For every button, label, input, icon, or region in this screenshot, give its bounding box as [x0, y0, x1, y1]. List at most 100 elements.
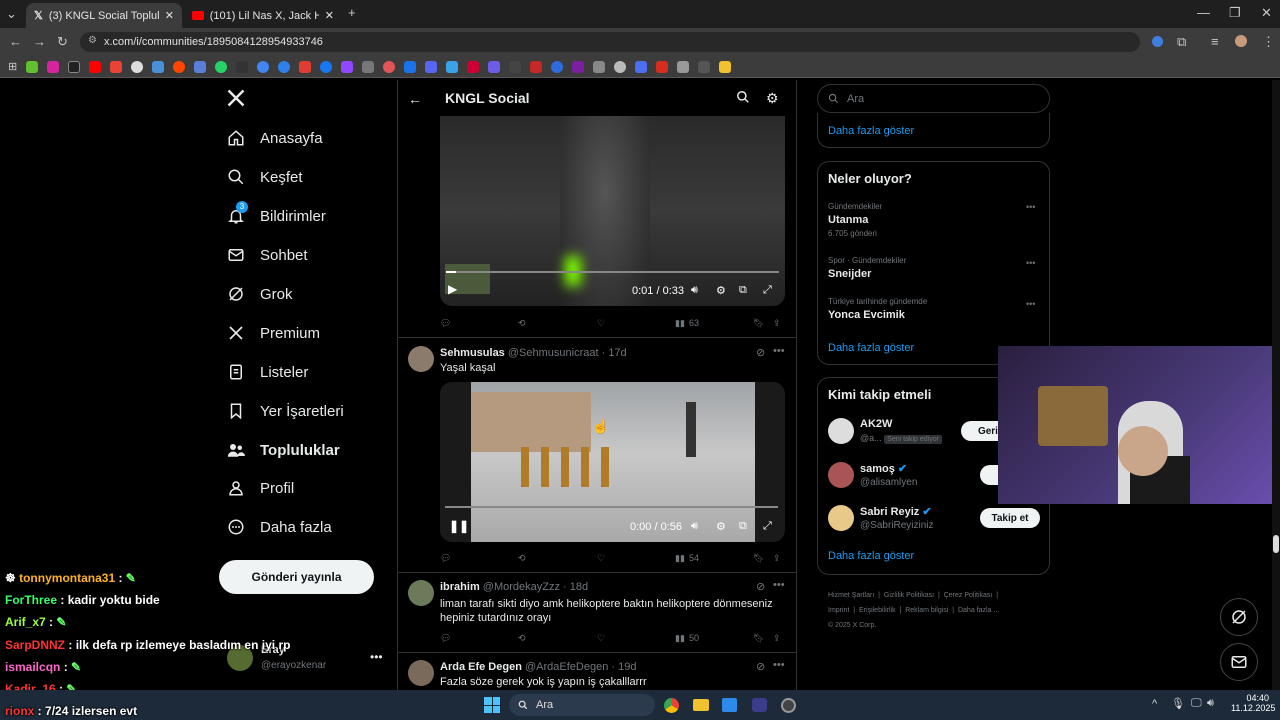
puzzle-icon[interactable]: ⧉ — [1177, 34, 1186, 50]
search-icon[interactable] — [736, 90, 750, 104]
search-input[interactable]: Ara — [817, 84, 1050, 113]
bookmark-icon[interactable]: 🔖︎ — [753, 553, 764, 564]
account-more-icon[interactable]: ••• — [370, 650, 383, 664]
post-button[interactable]: Gönderi yayınla — [219, 560, 374, 594]
bookmark-icon[interactable] — [656, 60, 669, 73]
post-author-name[interactable]: ibrahim — [440, 581, 480, 593]
post-author-handle[interactable]: @Sehmusunicraat — [508, 347, 599, 359]
grok-icon[interactable]: ⊘ — [756, 346, 765, 359]
post-author-name[interactable]: Sehmusulas — [440, 347, 505, 359]
volume-icon[interactable]: 🔊︎ — [1207, 697, 1214, 710]
footer-link[interactable]: Imprint — [828, 607, 849, 614]
sidebar-item-grok[interactable]: Grok — [226, 279, 293, 309]
trend-item[interactable]: Türkiye tarihinde gündemde Yonca Evcimik — [828, 297, 927, 321]
bookmark-icon[interactable] — [677, 60, 690, 73]
follow-name[interactable]: AK2W — [860, 418, 892, 430]
messages-float-button[interactable] — [1220, 643, 1258, 681]
folder-icon[interactable] — [719, 60, 732, 73]
trend-more-icon[interactable]: ••• — [1026, 299, 1035, 309]
footer-link[interactable]: Çerez Politikası — [944, 592, 993, 599]
bookmark-icon[interactable] — [698, 60, 711, 73]
share-icon[interactable]: ⇪ — [773, 553, 781, 564]
profile-avatar[interactable] — [1235, 35, 1247, 47]
sidebar-item-profile[interactable]: Profil — [226, 473, 294, 503]
bookmark-icon[interactable] — [68, 60, 81, 73]
repost-icon[interactable]: ⟲ — [518, 633, 526, 644]
share-icon[interactable]: ⇪ — [773, 318, 781, 329]
bookmark-icon[interactable]: 🔖︎ — [753, 633, 764, 644]
bookmark-icon[interactable] — [47, 60, 60, 73]
reply-icon[interactable]: 💬︎ — [440, 553, 451, 564]
bookmark-icon[interactable] — [551, 60, 564, 73]
bookmark-icon[interactable] — [152, 60, 165, 73]
grok-float-button[interactable] — [1220, 598, 1258, 636]
back-arrow-icon[interactable]: ← — [408, 91, 422, 107]
url-field[interactable]: ⚙ x.com/i/communities/189508412895493374… — [80, 32, 1140, 52]
post-time[interactable]: · 17d — [602, 347, 627, 359]
close-tab-icon[interactable]: ✕ — [165, 9, 174, 22]
clock[interactable]: 04:40 11.12.2025 — [1231, 693, 1275, 713]
sidebar-item-communities[interactable]: Topluluklar — [226, 435, 340, 465]
play-icon[interactable]: ▶ — [448, 282, 457, 296]
pip-icon[interactable]: ⧉ — [739, 520, 747, 533]
bookmark-icon[interactable] — [320, 60, 333, 73]
chrome-icon[interactable] — [664, 698, 679, 713]
avatar[interactable] — [828, 418, 854, 444]
windows-start-icon[interactable] — [484, 697, 500, 713]
media-icon[interactable]: ≡ — [1211, 34, 1219, 49]
video-player[interactable]: ▶ 0:01 / 0:33 🔊︎ ⚙ ⧉ ⤢ — [440, 116, 785, 306]
avatar[interactable] — [828, 505, 854, 531]
forward-icon[interactable]: → — [33, 34, 46, 49]
minimize-icon[interactable]: — — [1197, 5, 1210, 20]
pip-icon[interactable]: ⧉ — [739, 284, 747, 297]
close-tab-icon[interactable]: ✕ — [325, 9, 334, 22]
footer-link[interactable]: Erişilebilirlik — [859, 607, 896, 614]
follow-button[interactable]: Takip et — [980, 508, 1040, 528]
video-player[interactable]: ❚❚ 0:00 / 0:56 🔊︎ ⚙ ⧉ ⤢ — [440, 382, 785, 542]
post-more-icon[interactable]: ••• — [773, 345, 785, 357]
repost-icon[interactable]: ⟲ — [518, 553, 526, 564]
bookmark-icon[interactable] — [26, 60, 39, 73]
like-icon[interactable]: ♡ — [597, 633, 605, 644]
bookmark-icon[interactable] — [362, 60, 375, 73]
tab-youtube[interactable]: (101) Lil Nas X, Jack Harlow - IN ✕ — [184, 3, 342, 28]
show-more-link[interactable]: Daha fazla göster — [828, 342, 914, 354]
bookmark-icon[interactable] — [299, 60, 312, 73]
tab-kngl-social[interactable]: 𝕏 (3) KNGL Social Topluluk / X ✕ — [26, 3, 182, 28]
bookmark-icon[interactable] — [89, 60, 102, 73]
like-icon[interactable]: ♡ — [597, 553, 605, 564]
sidebar-item-premium[interactable]: Premium — [226, 318, 320, 348]
network-icon[interactable]: 🖵︎ — [1191, 697, 1202, 710]
taskbar-search[interactable]: Ara — [509, 694, 655, 716]
post-author-handle[interactable]: @MordekayZzz — [483, 581, 560, 593]
tab-search-icon[interactable]: ⌄ — [6, 6, 17, 22]
show-more-link[interactable]: Daha fazla göster — [828, 125, 914, 137]
bookmark-icon[interactable] — [236, 60, 249, 73]
footer-link[interactable]: Daha fazla ... — [958, 607, 999, 614]
settings-gear-icon[interactable]: ⚙ — [766, 90, 779, 107]
reply-icon[interactable]: 💬︎ — [440, 633, 451, 644]
follow-name-row[interactable]: samoş ✔ — [860, 462, 907, 475]
video-progress-track[interactable] — [446, 271, 779, 273]
scrollbar[interactable] — [1272, 80, 1280, 690]
avatar[interactable] — [408, 580, 434, 606]
post-more-icon[interactable]: ••• — [773, 579, 785, 591]
site-info-icon[interactable]: ⚙ — [88, 35, 97, 46]
sidebar-item-explore[interactable]: Keşfet — [226, 162, 303, 192]
views-icon[interactable]: ▮▮ — [675, 318, 685, 329]
reload-icon[interactable]: ↻ — [57, 34, 68, 50]
bookmark-icon[interactable] — [173, 60, 186, 73]
menu-icon[interactable]: ⋮ — [1262, 34, 1275, 50]
volume-icon[interactable]: 🔊︎ — [691, 284, 698, 297]
reply-icon[interactable]: 💬︎ — [440, 318, 451, 329]
store-icon[interactable] — [722, 698, 737, 712]
file-explorer-icon[interactable] — [693, 699, 709, 711]
app-icon[interactable] — [781, 698, 796, 713]
microphone-icon[interactable]: 🎙︎ — [1171, 697, 1185, 710]
close-window-icon[interactable]: ✕ — [1261, 5, 1272, 21]
avatar[interactable] — [408, 346, 434, 372]
post-author-name[interactable]: Arda Efe Degen — [440, 661, 522, 673]
post-time[interactable]: · 19d — [611, 661, 636, 673]
follow-name-row[interactable]: Sabri Reyiz ✔ — [860, 505, 932, 518]
post-more-icon[interactable]: ••• — [773, 659, 785, 671]
